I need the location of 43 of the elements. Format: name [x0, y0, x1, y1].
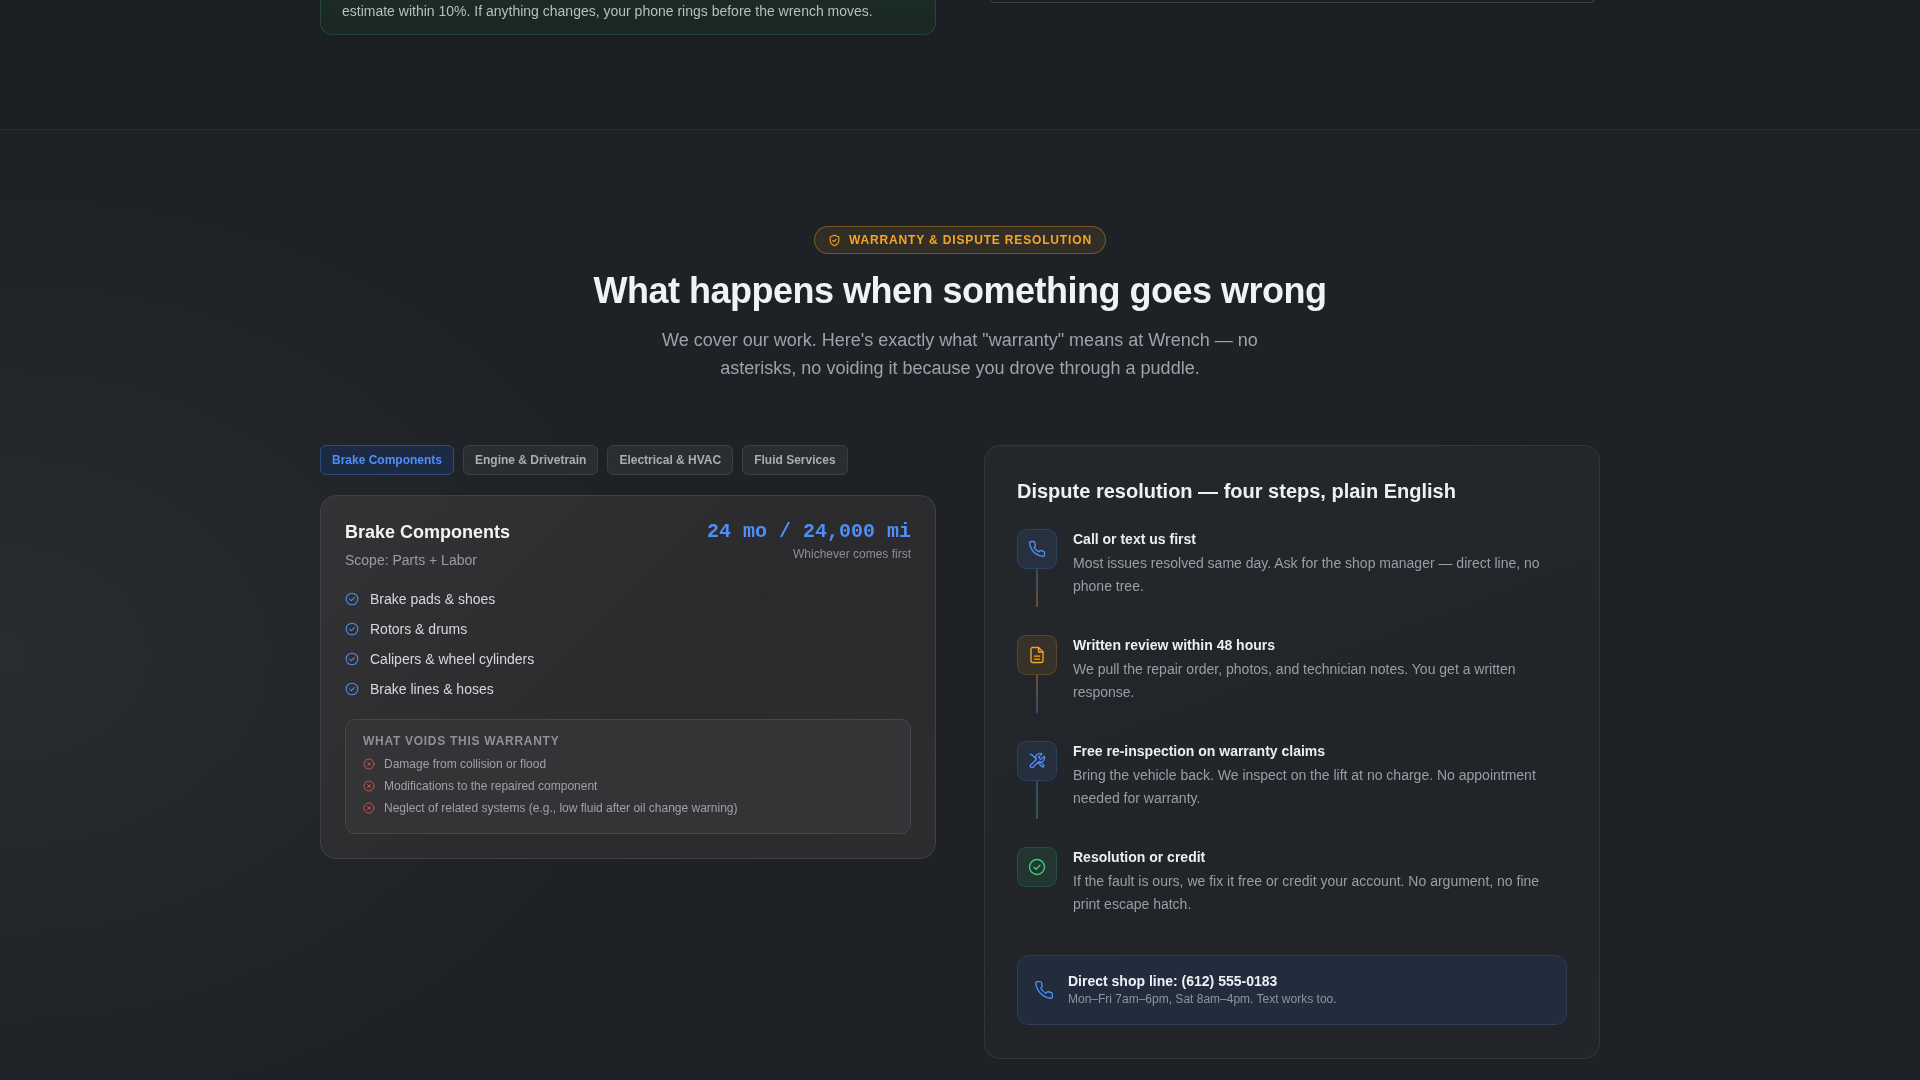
x-circle-icon: [363, 802, 375, 814]
exclusions-heading: WHAT VOIDS THIS WARRANTY: [363, 733, 561, 749]
covered-item: Brake pads & shoes: [370, 590, 496, 609]
step-title: Call or text us first: [1073, 530, 1197, 549]
step-connector: [1036, 569, 1038, 607]
step-title: Free re-inspection on warranty claims: [1073, 742, 1327, 761]
check-circle-icon: [345, 592, 359, 606]
covered-item: Rotors & drums: [370, 620, 468, 639]
step-title: Resolution or credit: [1073, 848, 1207, 867]
warranty-term: 24 mo / 24,000 mi: [706, 520, 911, 544]
step-connector: [1036, 781, 1038, 819]
covered-item: Brake lines & hoses: [370, 680, 494, 699]
step-title: Written review within 48 hours: [1073, 636, 1276, 655]
x-circle-icon: [363, 780, 375, 792]
step-connector: [1036, 675, 1038, 713]
dispute-title: Dispute resolution — four steps, plain English: [1017, 479, 1457, 504]
contact-hours: Mon–Fri 7am–6pm, Sat 8am–4pm. Text works too.: [1068, 991, 1337, 1008]
check-circle-icon: [345, 652, 359, 666]
phone-line: Direct shop line: (612) 555-0183: [1068, 972, 1279, 991]
category-tab[interactable]: Fluid Services: [742, 445, 848, 475]
shield-check-icon: [828, 233, 842, 247]
section-badge: WARRANTY & DISPUTE RESOLUTION: [814, 226, 1106, 254]
step-description: If the fault is ours, we fix it free or credit your account. No argument, no fine print escape hatch.: [1073, 872, 1541, 914]
coverage-scope: Scope: Parts + Labor: [345, 551, 478, 570]
step-description: Bring the vehicle back. We inspect on the lift at no charge. No appointment needed for warranty.: [1073, 766, 1537, 808]
x-circle-icon: [363, 758, 375, 770]
step-description: Most issues resolved same day. Ask for the shop manager — direct line, no phone tree.: [1073, 554, 1541, 596]
coverage-title: Brake Components: [345, 521, 511, 544]
exclusion-item: Modifications to the repaired component: [384, 778, 598, 795]
step-description: We pull the repair order, photos, and technician notes. You get a written response.: [1073, 660, 1517, 702]
section-subtitle: We cover our work. Here's exactly what "warranty" means at Wrench — no asterisks, no voiding it because you drove through a puddle.: [661, 329, 1259, 380]
section-title: What happens when something goes wrong: [592, 269, 1328, 312]
exclusion-item: Damage from collision or flood: [384, 756, 547, 773]
category-tab[interactable]: Brake Components: [320, 445, 455, 475]
exclusion-item: Neglect of related systems (e.g., low fluid after oil change warning): [384, 800, 738, 817]
info-card: estimate within 10%. If anything changes, your phone rings before the wrench moves.: [320, 0, 936, 35]
check-circle-icon: [345, 682, 359, 696]
category-tab[interactable]: Engine & Drivetrain: [463, 445, 599, 475]
term-note: Whichever comes first: [791, 546, 911, 562]
phone-icon: [1034, 980, 1054, 1000]
category-tab[interactable]: Electrical & HVAC: [607, 445, 734, 475]
check-circle-icon: [345, 622, 359, 636]
covered-item: Calipers & wheel cylinders: [370, 650, 535, 669]
